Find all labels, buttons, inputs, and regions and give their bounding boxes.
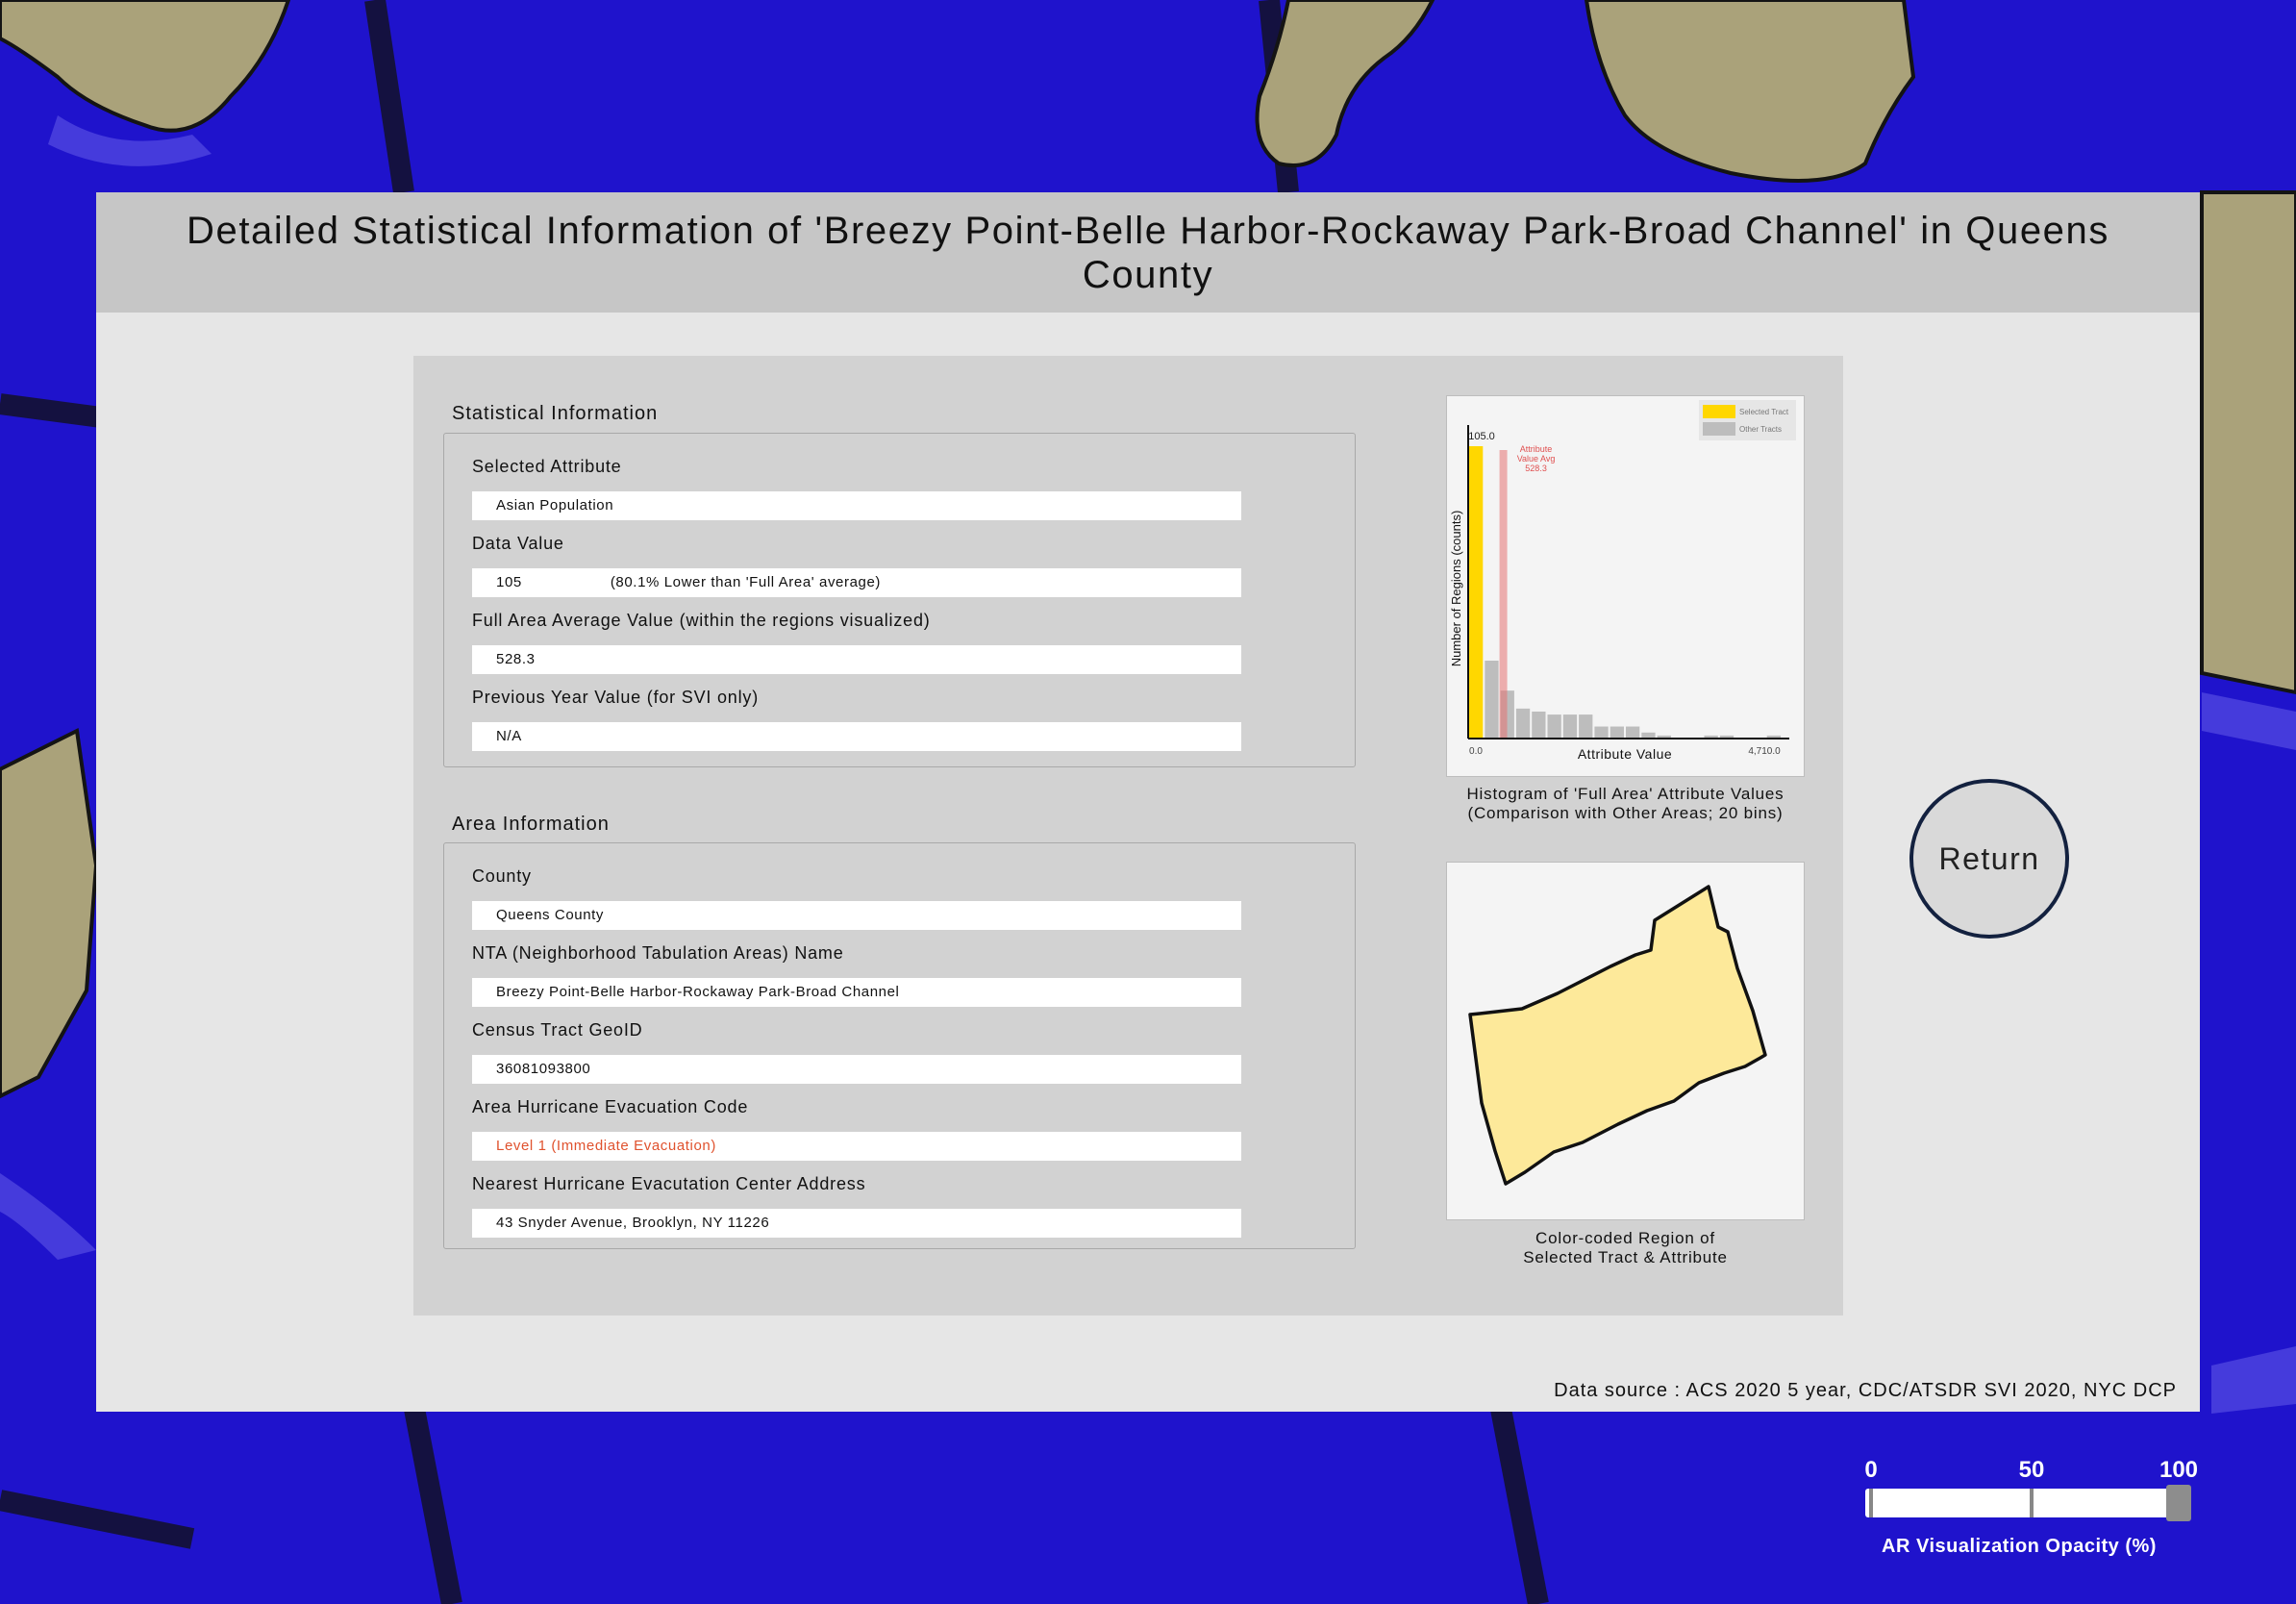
data-value-label: Data Value	[472, 534, 564, 553]
histogram-caption-line-1: Histogram of 'Full Area' Attribute Value…	[1466, 785, 1784, 803]
census-tract-geoid-value: 36081093800	[496, 1061, 591, 1077]
histogram-bar-other	[1485, 661, 1499, 739]
average-label: Value Avg	[1517, 454, 1556, 464]
previous-year-label: Previous Year Value (for SVI only)	[472, 688, 760, 707]
opacity-slider-thumb[interactable]	[2166, 1485, 2191, 1521]
histogram-figure: Attribute Value Avg 528.3 105.0 0.0 4,710.0 At…	[1446, 395, 1805, 777]
evacuation-center-value: 43 Snyder Avenue, Brooklyn, NY 11226	[496, 1215, 770, 1231]
histogram-bar-other	[1562, 714, 1578, 739]
opacity-tick-mark-0	[1869, 1489, 1873, 1517]
census-tract-geoid-field: 36081093800	[472, 1055, 1241, 1084]
opacity-slider-track[interactable]	[1865, 1489, 2173, 1517]
full-area-average-label: Full Area Average Value (within the regi…	[472, 611, 931, 630]
evacuation-code-field: Level 1 (Immediate Evacuation)	[472, 1132, 1241, 1161]
legend-label-selected: Selected Tract	[1739, 408, 1789, 416]
histogram-bar-selected	[1469, 446, 1484, 739]
previous-year-value: N/A	[496, 728, 522, 744]
evacuation-center-field: 43 Snyder Avenue, Brooklyn, NY 11226	[472, 1209, 1241, 1238]
selected-value-label: 105.0	[1468, 431, 1495, 442]
histogram-bar-other	[1515, 708, 1531, 739]
return-button[interactable]: Return	[1909, 779, 2069, 939]
statistical-section-title: Statistical Information	[452, 403, 659, 424]
county-value: Queens County	[496, 907, 605, 923]
nta-name-value: Breezy Point-Belle Harbor-Rockaway Park-…	[496, 984, 900, 1000]
region-map-caption-line-2: Selected Tract & Attribute	[1523, 1248, 1728, 1266]
nta-name-field: Breezy Point-Belle Harbor-Rockaway Park-…	[472, 978, 1241, 1007]
county-field: Queens County	[472, 901, 1241, 930]
detail-panel: Detailed Statistical Information of 'Bre…	[96, 192, 2200, 1412]
county-label: County	[472, 866, 532, 886]
previous-year-field: N/A	[472, 722, 1241, 751]
histogram-bar-other	[1532, 711, 1546, 739]
opacity-slider-control: 0 50 100 AR Visualization Opacity (%)	[1856, 1452, 2211, 1567]
opacity-tick-50: 50	[2018, 1457, 2045, 1483]
histogram-caption-line-2: (Comparison with Other Areas; 20 bins)	[1467, 804, 1784, 822]
data-value-field: 105 (80.1% Lower than 'Full Area' average…	[472, 568, 1241, 597]
histogram-bar-other	[1610, 726, 1624, 739]
area-fieldset: County Queens County NTA (Neighborhood T…	[443, 842, 1356, 1249]
data-value: 105	[496, 574, 522, 590]
region-map-caption-line-1: Color-coded Region of	[1535, 1229, 1715, 1247]
statistical-fieldset: Selected Attribute Asian Population Data…	[443, 433, 1356, 767]
data-source-note: Data source : ACS 2020 5 year, CDC/ATSDR…	[1554, 1380, 2177, 1401]
panel-header: Detailed Statistical Information of 'Bre…	[96, 192, 2200, 313]
opacity-tick-100: 100	[2159, 1457, 2199, 1483]
selected-tract-region	[1468, 885, 1767, 1186]
average-label: Attribute	[1520, 444, 1553, 454]
evacuation-code-value: Level 1 (Immediate Evacuation)	[496, 1138, 716, 1154]
histogram-bar-other	[1579, 714, 1593, 739]
x-axis-label: Attribute Value	[1578, 746, 1672, 762]
selected-attribute-label: Selected Attribute	[472, 457, 622, 476]
opacity-slider-caption: AR Visualization Opacity (%)	[1882, 1536, 2157, 1557]
x-tick-label: 0.0	[1469, 746, 1483, 757]
histogram-caption: Histogram of 'Full Area' Attribute Value…	[1417, 785, 1834, 823]
region-map-figure	[1446, 862, 1805, 1220]
area-section-title: Area Information	[452, 814, 610, 835]
page-title: Detailed Statistical Information of 'Bre…	[187, 209, 2109, 296]
average-label: 528.3	[1525, 464, 1547, 473]
evacuation-code-label: Area Hurricane Evacuation Code	[472, 1097, 749, 1116]
legend-swatch-other	[1703, 422, 1735, 436]
region-map-caption: Color-coded Region of Selected Tract & A…	[1417, 1229, 1834, 1267]
legend-label-other: Other Tracts	[1739, 425, 1782, 434]
selected-attribute-value: Asian Population	[496, 497, 614, 514]
evacuation-center-label: Nearest Hurricane Evacutation Center Add…	[472, 1174, 866, 1193]
histogram-chart: AttributeValue Avg528.3 105.0 0.0 4,710.0 At…	[1449, 400, 1796, 762]
legend-swatch-selected	[1703, 405, 1735, 418]
selected-attribute-field: Asian Population	[472, 491, 1241, 520]
opacity-tick-0: 0	[1864, 1457, 1878, 1483]
histogram-bar-other	[1547, 714, 1561, 739]
x-tick-label: 4,710.0	[1748, 746, 1781, 757]
region-map	[1468, 885, 1767, 1186]
census-tract-geoid-label: Census Tract GeoID	[472, 1020, 643, 1040]
histogram-bar-other	[1626, 726, 1640, 739]
histogram-bar-other	[1594, 726, 1609, 739]
full-area-average-value: 528.3	[496, 651, 536, 667]
y-axis-label: Number of Regions (counts)	[1449, 511, 1463, 667]
average-line	[1499, 450, 1508, 739]
info-container: Statistical Information Selected Attribu…	[413, 356, 1843, 1316]
nta-name-label: NTA (Neighborhood Tabulation Areas) Name	[472, 943, 844, 963]
full-area-average-field: 528.3	[472, 645, 1241, 674]
opacity-tick-mark-50	[2030, 1489, 2034, 1517]
data-value-note: (80.1% Lower than 'Full Area' average)	[610, 574, 881, 590]
